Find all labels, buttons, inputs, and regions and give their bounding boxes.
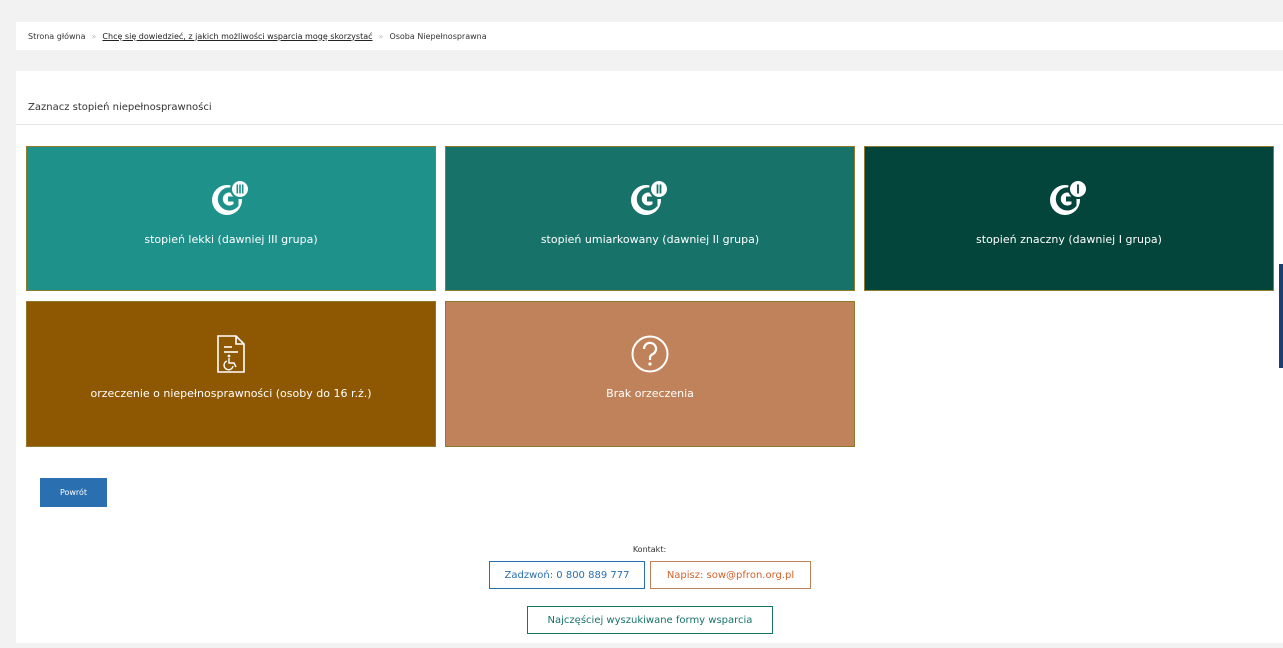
tile-label: stopień lekki (dawniej III grupa) (144, 233, 318, 246)
tile-label: Brak orzeczenia (606, 387, 694, 400)
breadcrumb-home[interactable]: Strona główna (28, 32, 86, 41)
degree-iii-icon (211, 179, 251, 221)
breadcrumb-separator: » (378, 31, 384, 41)
tile-certificate-under-16[interactable]: orzeczenie o niepełnosprawności (osoby d… (26, 301, 436, 447)
popular-support-forms-link[interactable]: Najczęściej wyszukiwane formy wsparcia (527, 606, 773, 634)
tile-no-certificate[interactable]: Brak orzeczenia (445, 301, 855, 447)
degree-selection-panel: Zaznacz stopień niepełnosprawności stopi… (16, 71, 1283, 643)
question-circle-icon (630, 334, 670, 378)
document-wheelchair-icon (215, 334, 247, 378)
tile-label: stopień znaczny (dawniej I grupa) (976, 233, 1162, 246)
degree-ii-icon (630, 179, 670, 221)
tile-label: orzeczenie o niepełnosprawności (osoby d… (90, 387, 372, 400)
tile-degree-mild[interactable]: stopień lekki (dawniej III grupa) (26, 146, 436, 291)
degree-i-icon (1049, 179, 1089, 221)
breadcrumb-separator: » (91, 31, 97, 41)
side-tab[interactable] (1279, 264, 1283, 368)
tile-label: stopień umiarkowany (dawniej II grupa) (540, 233, 760, 246)
contact-label: Kontakt: (632, 545, 667, 554)
email-link[interactable]: Napisz: sow@pfron.org.pl (650, 561, 811, 589)
contact-row: Zadzwoń: 0 800 889 777 Napisz: sow@pfron… (489, 561, 811, 589)
breadcrumb-current: Osoba Niepełnosprawna (389, 31, 487, 41)
tile-degree-moderate[interactable]: stopień umiarkowany (dawniej II grupa) (445, 146, 855, 291)
panel-title: Zaznacz stopień niepełnosprawności (16, 71, 1283, 125)
back-button[interactable]: Powrót (40, 478, 107, 507)
phone-link[interactable]: Zadzwoń: 0 800 889 777 (489, 561, 645, 589)
breadcrumb: Strona główna » Chcę się dowiedzieć, z j… (16, 22, 1283, 50)
tile-degree-severe[interactable]: stopień znaczny (dawniej I grupa) (864, 146, 1274, 291)
breadcrumb-link[interactable]: Chcę się dowiedzieć, z jakich możliwości… (102, 32, 372, 41)
